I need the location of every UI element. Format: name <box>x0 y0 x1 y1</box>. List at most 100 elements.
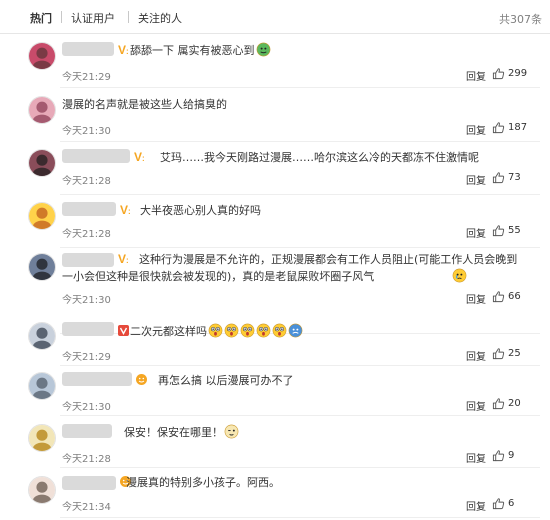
reply-button[interactable]: 回复 <box>466 225 486 240</box>
like-button[interactable]: 6 <box>492 497 540 511</box>
user-avatar[interactable] <box>28 476 56 504</box>
user-avatar[interactable] <box>28 253 56 281</box>
like-button[interactable]: 73 <box>492 171 540 185</box>
divider <box>60 415 540 416</box>
like-button[interactable]: 25 <box>492 347 540 361</box>
divider <box>60 194 540 195</box>
comment-text: 大半夜恶心别人真的好吗 <box>140 204 261 217</box>
like-count: 66 <box>508 291 521 302</box>
username-redacted[interactable] <box>62 202 116 216</box>
user-avatar[interactable] <box>28 372 56 400</box>
comment-item: V: 舔舔一下 属实有被恶心到今天21:29 回复 299 <box>0 38 550 88</box>
vip-badge-icon <box>135 373 148 386</box>
emoji-icon <box>224 424 239 444</box>
comment-time: 今天21:29 <box>62 352 111 363</box>
user-avatar[interactable] <box>28 149 56 177</box>
user-avatar[interactable] <box>28 424 56 452</box>
emoji-icon <box>256 42 271 62</box>
like-button[interactable]: 9 <box>492 449 540 463</box>
tab-verified-users[interactable]: 认证用户 <box>71 10 115 26</box>
comment-item: 保安！保安在哪里！ 今天21:28 回复 9 <box>0 420 550 468</box>
emoji-icon <box>240 323 255 343</box>
like-button[interactable]: 299 <box>492 67 540 81</box>
comment-item: V: 大半夜恶心别人真的好吗今天21:28 回复 55 <box>0 198 550 248</box>
comment-text: 漫展的名声就是被这些人给搞臭的 <box>62 98 227 111</box>
reply-button[interactable]: 回复 <box>466 398 486 413</box>
username-redacted[interactable] <box>62 476 116 490</box>
comment-text: 舔舔一下 属实有被恶心到 <box>130 42 520 62</box>
like-button[interactable]: 66 <box>492 290 540 304</box>
divider <box>60 517 540 518</box>
comment-text: 艾玛……我今天刚路过漫展……哈尔滨这么冷的天都冻不住激情呢 <box>160 151 479 164</box>
like-count: 299 <box>508 68 528 79</box>
comment-text: 再怎么搞 以后漫展可办不了 <box>158 374 294 387</box>
svg-text::: : <box>128 207 131 216</box>
username-redacted[interactable] <box>62 42 114 56</box>
comment-time: 今天21:30 <box>62 126 111 137</box>
username-redacted[interactable] <box>62 372 132 386</box>
reply-button[interactable]: 回复 <box>466 498 486 513</box>
username-redacted[interactable] <box>62 424 112 438</box>
comment-text: 这种行为漫展是不允许的，正规漫展都会有工作人员阻止(可能工作人员会晚到一小会但这… <box>62 251 520 288</box>
like-count: 187 <box>508 122 528 133</box>
comment-text: 漫展真的特别多小孩子。阿西。 <box>126 476 280 489</box>
comment-time: 今天21:34 <box>62 502 111 513</box>
user-avatar[interactable] <box>28 322 56 350</box>
svg-text:V: V <box>118 43 126 56</box>
divider <box>60 87 540 88</box>
like-button[interactable]: 187 <box>492 121 540 135</box>
vip-badge-icon <box>117 324 130 337</box>
reply-button[interactable]: 回复 <box>466 68 486 83</box>
like-count: 20 <box>508 398 521 409</box>
svg-text::: : <box>126 47 129 56</box>
svg-text:V: V <box>134 150 142 163</box>
divider <box>60 467 540 468</box>
reply-button[interactable]: 回复 <box>466 450 486 465</box>
svg-text::: : <box>142 154 145 163</box>
like-count: 9 <box>508 450 515 461</box>
comment-item: 再怎么搞 以后漫展可办不了今天21:30 回复 20 <box>0 368 550 416</box>
reply-button[interactable]: 回复 <box>466 172 486 187</box>
comment-time: 今天21:28 <box>62 229 111 240</box>
vip-badge-icon: V: <box>133 150 146 163</box>
emoji-icon <box>375 268 467 288</box>
comment-time: 今天21:28 <box>62 176 111 187</box>
comment-item: 漫展的名声就是被这些人给搞臭的 今天21:30 回复 187 <box>0 92 550 142</box>
divider <box>60 141 540 142</box>
user-avatar[interactable] <box>28 96 56 124</box>
emoji-icon <box>224 323 239 343</box>
comment-text: 二次元都这样吗 <box>130 323 520 343</box>
reply-button[interactable]: 回复 <box>466 291 486 306</box>
tab-following[interactable]: 关注的人 <box>138 10 182 26</box>
like-button[interactable]: 20 <box>492 397 540 411</box>
reply-button[interactable]: 回复 <box>466 122 486 137</box>
user-avatar[interactable] <box>28 42 56 70</box>
comment-item: 漫展真的特别多小孩子。阿西。今天21:34 回复 6 <box>0 472 550 518</box>
comment-time: 今天21:30 <box>62 402 111 413</box>
like-count: 25 <box>508 348 521 359</box>
emoji-icon <box>256 323 271 343</box>
comment-item: 二次元都这样吗今天21:29 回复 25 <box>0 318 550 366</box>
user-avatar[interactable] <box>28 202 56 230</box>
like-button[interactable]: 55 <box>492 224 540 238</box>
tab-separator <box>61 11 62 23</box>
emoji-icon <box>288 323 303 343</box>
like-count: 55 <box>508 225 521 236</box>
like-count: 73 <box>508 172 521 183</box>
emoji-icon <box>208 323 223 343</box>
comment-time: 今天21:28 <box>62 454 111 465</box>
comment-tabs: 热门 认证用户 关注的人 共307条 <box>0 0 550 34</box>
svg-text:V: V <box>120 203 128 216</box>
comment-time: 今天21:29 <box>62 72 111 83</box>
tab-separator <box>128 11 129 23</box>
reply-button[interactable]: 回复 <box>466 348 486 363</box>
like-count: 6 <box>508 498 515 509</box>
username-redacted[interactable] <box>62 149 130 163</box>
username-redacted[interactable] <box>62 322 114 336</box>
divider <box>60 365 540 366</box>
emoji-icon <box>272 323 287 343</box>
vip-badge-icon: V: <box>119 203 132 216</box>
comment-total-count: 共307条 <box>499 13 542 26</box>
tab-hot[interactable]: 热门 <box>30 10 52 26</box>
vip-badge-icon: V: <box>117 43 130 56</box>
